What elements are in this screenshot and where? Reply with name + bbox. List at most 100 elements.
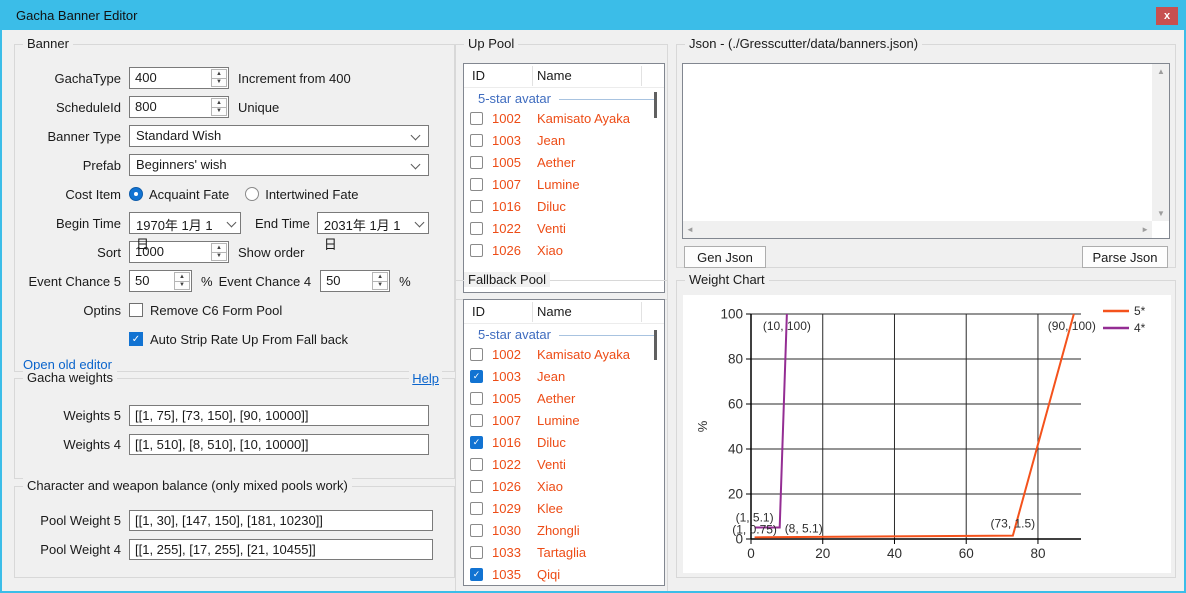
- event-chance-4-spinner[interactable]: 50 ▲▼: [320, 270, 390, 292]
- scrollbar-thumb[interactable]: [654, 92, 657, 118]
- fallback-pool-list[interactable]: ID Name 5-star avatar 1002Kamisato Ayaka…: [463, 299, 665, 586]
- parse-json-button[interactable]: Parse Json: [1082, 246, 1168, 268]
- spin-down-icon[interactable]: ▼: [175, 282, 189, 290]
- row-checkbox[interactable]: [470, 348, 483, 361]
- row-checkbox[interactable]: [470, 502, 483, 515]
- horizontal-scrollbar[interactable]: ◄ ►: [683, 221, 1152, 238]
- row-checkbox[interactable]: [470, 546, 483, 559]
- up-pool-list[interactable]: ID Name 5-star avatar 1002Kamisato Ayaka…: [463, 63, 665, 293]
- scroll-right-icon[interactable]: ►: [1141, 225, 1149, 234]
- spin-down-icon[interactable]: ▼: [373, 282, 387, 290]
- prefab-label: Prefab: [15, 158, 121, 173]
- weights-5-input[interactable]: [[1, 75], [73, 150], [90, 10000]]: [129, 405, 429, 426]
- row-checkbox[interactable]: [470, 134, 483, 147]
- banner-type-select[interactable]: Standard Wish: [129, 125, 429, 147]
- list-item[interactable]: 1005Aether: [464, 152, 664, 174]
- scrollbar-thumb[interactable]: [654, 330, 657, 360]
- spin-up-icon[interactable]: ▲: [373, 273, 387, 282]
- row-checkbox[interactable]: ✓: [470, 370, 483, 383]
- gen-json-button[interactable]: Gen Json: [684, 246, 766, 268]
- event-chance-4-value[interactable]: 50: [321, 271, 371, 291]
- row-checkbox[interactable]: [470, 112, 483, 125]
- spin-up-icon[interactable]: ▲: [212, 99, 226, 108]
- list-item[interactable]: 1002Kamisato Ayaka: [464, 108, 664, 130]
- schedule-id-label: ScheduleId: [15, 100, 121, 115]
- gacha-type-spinner[interactable]: 400 ▲▼: [129, 67, 229, 89]
- row-checkbox[interactable]: [470, 156, 483, 169]
- spin-down-icon[interactable]: ▼: [212, 108, 226, 116]
- svg-text:60: 60: [959, 546, 974, 561]
- json-textarea[interactable]: ▲ ▼ ◄ ►: [682, 63, 1170, 239]
- scroll-up-icon[interactable]: ▲: [1157, 67, 1165, 76]
- pool-weight-5-label: Pool Weight 5: [15, 513, 121, 528]
- row-id: 1026: [492, 243, 521, 258]
- fallback-pool-title: Fallback Pool: [464, 272, 550, 287]
- column-header-name[interactable]: Name: [537, 304, 572, 319]
- row-checkbox[interactable]: [470, 480, 483, 493]
- spin-down-icon[interactable]: ▼: [212, 253, 226, 261]
- prefab-select[interactable]: Beginners' wish: [129, 154, 429, 176]
- row-checkbox[interactable]: [470, 178, 483, 191]
- list-item[interactable]: 1026Xiao: [464, 240, 664, 262]
- row-checkbox[interactable]: [470, 524, 483, 537]
- event-chance-5-value[interactable]: 50: [130, 271, 173, 291]
- row-checkbox[interactable]: [470, 244, 483, 257]
- row-checkbox[interactable]: [470, 458, 483, 471]
- list-item[interactable]: 1033Tartaglia: [464, 542, 664, 564]
- row-name: Xiao: [537, 479, 563, 494]
- list-item[interactable]: 1002Kamisato Ayaka: [464, 344, 664, 366]
- column-header-id[interactable]: ID: [472, 68, 485, 83]
- row-checkbox[interactable]: [470, 414, 483, 427]
- spin-up-icon[interactable]: ▲: [212, 70, 226, 79]
- row-id: 1003: [492, 133, 521, 148]
- svg-text:5*: 5*: [1134, 304, 1146, 318]
- pool-weight-4-input[interactable]: [[1, 255], [17, 255], [21, 10455]]: [129, 539, 433, 560]
- schedule-id-value[interactable]: 800: [130, 97, 210, 117]
- list-item[interactable]: 1007Lumine: [464, 174, 664, 196]
- gacha-type-value[interactable]: 400: [130, 68, 210, 88]
- scroll-left-icon[interactable]: ◄: [686, 225, 694, 234]
- list-item[interactable]: 1005Aether: [464, 388, 664, 410]
- end-time-picker[interactable]: 2031年 1月 1日: [317, 212, 429, 234]
- list-item[interactable]: 1022Venti: [464, 218, 664, 240]
- row-id: 1022: [492, 457, 521, 472]
- gacha-weights-title: Gacha weights: [23, 370, 117, 385]
- list-item[interactable]: 1007Lumine: [464, 410, 664, 432]
- list-item[interactable]: 1016Diluc: [464, 196, 664, 218]
- row-checkbox[interactable]: ✓: [470, 436, 483, 449]
- list-item[interactable]: 1003Jean: [464, 130, 664, 152]
- auto-strip-checkbox[interactable]: ✓: [129, 332, 143, 346]
- list-item[interactable]: ✓1035Qiqi: [464, 564, 664, 586]
- help-link[interactable]: Help: [409, 371, 442, 386]
- list-item[interactable]: ✓1016Diluc: [464, 432, 664, 454]
- spin-down-icon[interactable]: ▼: [212, 79, 226, 87]
- row-checkbox[interactable]: [470, 392, 483, 405]
- list-item[interactable]: ✓1003Jean: [464, 366, 664, 388]
- weights-4-input[interactable]: [[1, 510], [8, 510], [10, 10000]]: [129, 434, 429, 455]
- list-item[interactable]: 1026Xiao: [464, 476, 664, 498]
- acquaint-fate-radio[interactable]: [129, 187, 143, 201]
- list-item[interactable]: 1022Venti: [464, 454, 664, 476]
- prefab-row: Prefab Beginners' wish: [15, 154, 454, 176]
- intertwined-fate-radio[interactable]: [245, 187, 259, 201]
- column-header-name[interactable]: Name: [537, 68, 572, 83]
- row-checkbox[interactable]: [470, 200, 483, 213]
- scroll-down-icon[interactable]: ▼: [1157, 209, 1165, 218]
- row-name: Zhongli: [537, 523, 580, 538]
- column-header-id[interactable]: ID: [472, 304, 485, 319]
- spin-up-icon[interactable]: ▲: [175, 273, 189, 282]
- schedule-id-spinner[interactable]: 800 ▲▼: [129, 96, 229, 118]
- app-window: Gacha Banner Editor x Banner GachaType 4…: [0, 0, 1186, 593]
- vertical-scrollbar[interactable]: ▲ ▼: [1152, 64, 1169, 221]
- list-item[interactable]: 1030Zhongli: [464, 520, 664, 542]
- event-chance-5-spinner[interactable]: 50 ▲▼: [129, 270, 192, 292]
- row-name: Diluc: [537, 199, 566, 214]
- pool-weight-5-input[interactable]: [[1, 30], [147, 150], [181, 10230]]: [129, 510, 433, 531]
- row-checkbox[interactable]: [470, 222, 483, 235]
- spin-up-icon[interactable]: ▲: [212, 244, 226, 253]
- list-item[interactable]: 1029Klee: [464, 498, 664, 520]
- row-checkbox[interactable]: ✓: [470, 568, 483, 581]
- remove-c6-checkbox[interactable]: [129, 303, 143, 317]
- begin-time-picker[interactable]: 1970年 1月 1日: [129, 212, 241, 234]
- close-button[interactable]: x: [1156, 7, 1178, 25]
